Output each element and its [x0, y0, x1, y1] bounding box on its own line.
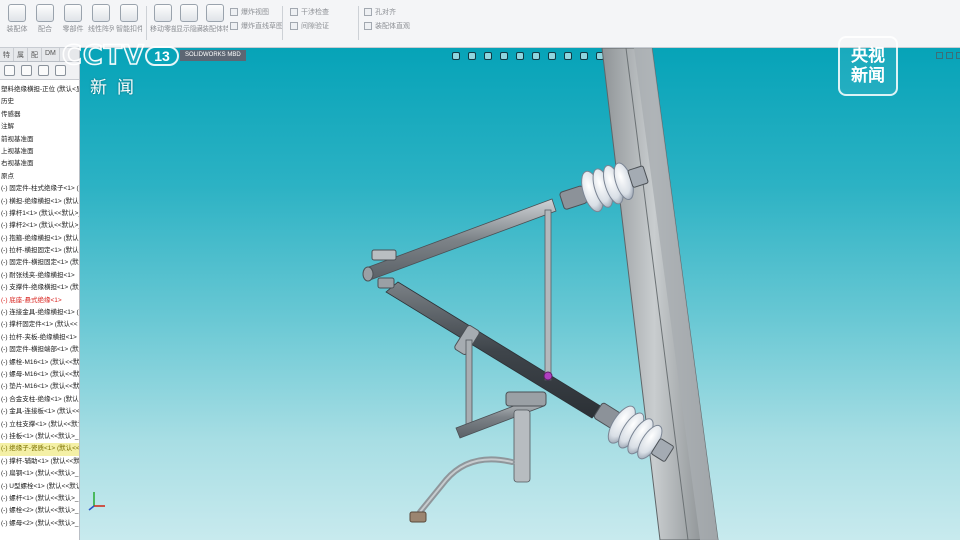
ribbon-button-4[interactable]: 线性阵列: [88, 4, 114, 38]
clearance-verification-icon: [290, 22, 298, 30]
explode-line-icon: [230, 22, 238, 30]
explode-view-icon: [230, 8, 238, 16]
feature-tree-item[interactable]: 原点: [0, 171, 79, 183]
ribbon-button-5[interactable]: 智能扣件: [116, 4, 142, 38]
ribbon-tool-3[interactable]: 干涉检查: [290, 6, 329, 18]
ribbon-tool-1[interactable]: 爆炸视图: [230, 6, 269, 18]
cctv-news-logo: 央视 新闻: [838, 36, 898, 96]
feature-tree-item[interactable]: (-) 撑杆-辅助<1> (默认<<默认: [0, 456, 79, 468]
feature-tree-item[interactable]: 前视基准面: [0, 134, 79, 146]
smart-fasteners-icon: [120, 4, 138, 22]
interference-detection-icon: [290, 8, 298, 16]
feature-tree-item[interactable]: (-) 固定件-横担端部<1> (默认: [0, 344, 79, 356]
news-logo-line-2: 新闻: [851, 66, 885, 86]
ribbon-separator: [146, 6, 147, 40]
feature-tree-item[interactable]: (-) 立柱支撑<1> (默认<<默认: [0, 419, 79, 431]
feature-manager-panel: 特 属 配 DM 塑料绝缘横担-正位 (默认<显 历史 传感器 注解 前视基准面 上视基准…: [0, 48, 80, 540]
tab-feature-manager[interactable]: 特: [0, 48, 14, 61]
feature-tree-item[interactable]: (-) 固定件-柱式绝缘子<1> (默认: [0, 183, 79, 195]
feature-tree-item[interactable]: 注解: [0, 121, 79, 133]
ribbon-button-3[interactable]: 零部件: [60, 4, 86, 38]
assembly-features-icon: [206, 4, 224, 22]
feature-tree: 塑料绝缘横担-正位 (默认<显 历史 传感器 注解 前视基准面 上视基准面 右视基准面 原点(…: [0, 80, 79, 530]
feature-tree-item[interactable]: (-) 撑杆1<1> (默认<<默认>_显: [0, 208, 79, 220]
feature-tree-item[interactable]: (-) 螺栓<2> (默认<<默认>_: [0, 505, 79, 517]
feature-tree-item[interactable]: 历史: [0, 96, 79, 108]
feature-tree-item[interactable]: (-) 螺母<2> (默认<<默认>_: [0, 518, 79, 530]
ribbon-tool-6[interactable]: 装配体直观: [364, 20, 410, 32]
ribbon-button-6[interactable]: 移动零部件: [150, 4, 176, 38]
component-preview-icon: [64, 4, 82, 22]
ribbon-button-1[interactable]: 装配体: [4, 4, 30, 38]
feature-tree-item[interactable]: (-) 挂板<1> (默认<<默认>_: [0, 431, 79, 443]
tab-property-manager[interactable]: 属: [14, 48, 28, 61]
feature-tree-item[interactable]: (-) 扁钢<1> (默认<<默认>_: [0, 468, 79, 480]
target-icon[interactable]: [21, 65, 32, 76]
ribbon-button-8[interactable]: 装配体特征: [202, 4, 228, 38]
feature-tree-item[interactable]: (-) 合金支柱-绝缘<1> (默认: [0, 394, 79, 406]
feature-tree-item[interactable]: (-) 连接金具-绝缘横担<1> (默: [0, 307, 79, 319]
assembly-visualization-icon: [364, 22, 372, 30]
pole: [601, 48, 719, 540]
feature-tree-item[interactable]: (-) 横担-绝缘横担<1> (默认<<: [0, 196, 79, 208]
feature-tree-item[interactable]: (-) 支撑件-绝缘横担<1> (默认: [0, 282, 79, 294]
feature-tree-item[interactable]: 塑料绝缘横担-正位 (默认<显: [0, 84, 79, 96]
feature-tree-item[interactable]: (-) 抱箍-绝缘横担<1> (默认: [0, 233, 79, 245]
news-logo-line-1: 央视: [851, 46, 885, 66]
move-component-icon: [154, 4, 172, 22]
feature-tree-item[interactable]: (-) 拉杆-夹板-绝缘横担<1>: [0, 332, 79, 344]
feature-tree-item[interactable]: (-) 金具-连接板<1> (默认<<: [0, 406, 79, 418]
feature-tree-item[interactable]: (-) 固定件-横担固定<1> (默认: [0, 257, 79, 269]
feature-tree-item[interactable]: (-) 撑杆固定件<1> (默认<<: [0, 319, 79, 331]
ribbon-separator: [282, 6, 283, 40]
feature-tree-item[interactable]: 传感器: [0, 109, 79, 121]
show-hidden-icon: [180, 4, 198, 22]
upper-crossarm: [362, 198, 557, 282]
feature-tree-item[interactable]: (-) 垫片-M16<1> (默认<<默认: [0, 381, 79, 393]
assembly-model: [362, 48, 719, 540]
tab-dim-expert[interactable]: DM: [42, 48, 60, 61]
tie-rod: [543, 209, 553, 381]
feature-tree-item[interactable]: (-) 耐张线夹-绝缘横担<1>: [0, 270, 79, 282]
coordinate-triad-icon: [88, 492, 105, 511]
insert-components-icon: [8, 4, 26, 22]
channel-name: 新闻: [90, 78, 144, 98]
lower-strut: [385, 281, 603, 419]
tab-configuration-manager[interactable]: 配: [28, 48, 42, 61]
ribbon-tool-4[interactable]: 间隙验证: [290, 20, 329, 32]
linear-pattern-icon: [92, 4, 110, 22]
filter-icon[interactable]: [4, 65, 15, 76]
feature-tree-item[interactable]: (-) 螺栓-M16<1> (默认<<默认: [0, 357, 79, 369]
feature-tree-item[interactable]: (-) U型螺栓<1> (默认<<默认: [0, 481, 79, 493]
feature-tree-item[interactable]: (-) 撑杆2<1> (默认<<默认>_显: [0, 220, 79, 232]
ribbon-tool-2[interactable]: 爆炸直线草图: [230, 20, 283, 32]
ribbon-button-7[interactable]: 显示隐藏: [176, 4, 202, 38]
feature-tree-item[interactable]: 右视基准面: [0, 158, 79, 170]
feature-tree-item[interactable]: (-) 螺杆<1> (默认<<默认>_: [0, 493, 79, 505]
hole-alignment-icon: [364, 8, 372, 16]
ribbon-separator: [358, 6, 359, 40]
ribbon-tool-5[interactable]: 孔对齐: [364, 6, 396, 18]
graphics-viewport[interactable]: SOLIDWORKS MBD: [80, 48, 960, 540]
feature-tree-item[interactable]: (-) 绝缘子-瓷质<1> (默认<<: [0, 443, 79, 456]
appearance-icon[interactable]: [38, 65, 49, 76]
feature-tree-item[interactable]: (-) 螺母-M16<1> (默认<<默: [0, 369, 79, 381]
ribbon-button-2[interactable]: 配合: [32, 4, 58, 38]
mate-icon: [36, 4, 54, 22]
feature-tree-item[interactable]: 上视基准面: [0, 146, 79, 158]
feature-tree-item[interactable]: (-) 底座-悬式绝缘<1>: [0, 295, 79, 307]
channel-number-badge: 13: [145, 46, 179, 66]
feature-tree-item[interactable]: (-) 拉杆-横担固定<1> (默认<: [0, 245, 79, 257]
